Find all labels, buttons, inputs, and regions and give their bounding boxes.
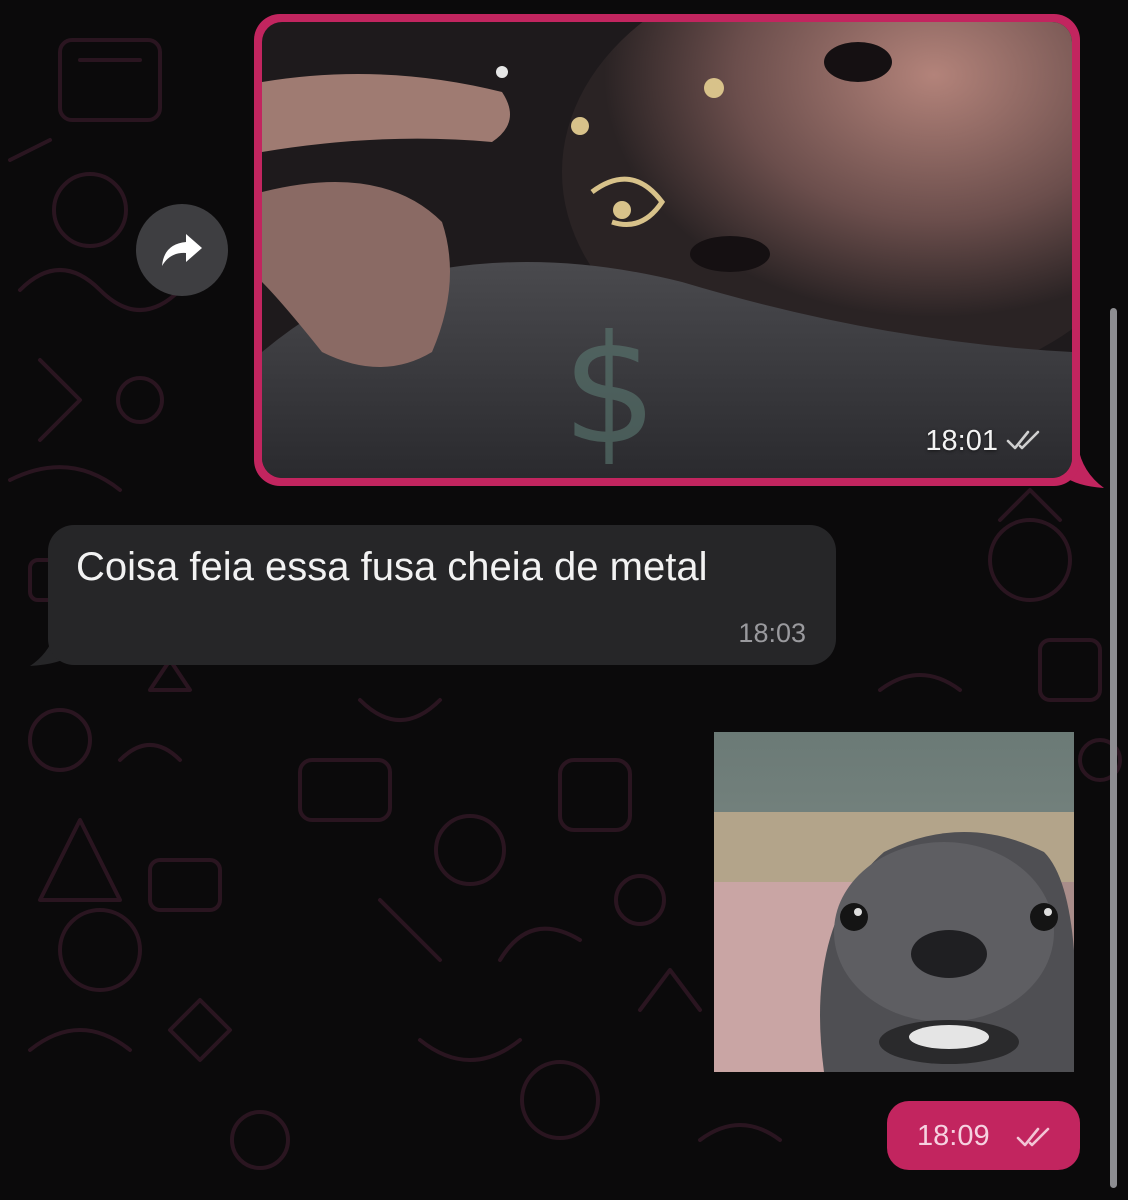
outgoing-message-status[interactable]: 18:09 [887, 1101, 1080, 1170]
chat-screen: $ 18:01 Coisa feia essa fusa cheia de me… [0, 0, 1128, 1200]
message-text: Coisa feia essa fusa cheia de metal [76, 545, 708, 589]
forward-button[interactable] [136, 204, 228, 296]
message-time: 18:01 [925, 425, 998, 457]
forward-arrow-icon [162, 234, 202, 266]
double-check-icon [1016, 1127, 1050, 1147]
message-time: 18:03 [738, 618, 806, 648]
svg-text:$: $ [562, 304, 657, 478]
message-time: 18:09 [917, 1120, 990, 1152]
photo-attachment[interactable]: $ 18:01 [262, 22, 1072, 478]
incoming-text-message[interactable]: Coisa feia essa fusa cheia de metal 18:0… [48, 525, 836, 665]
outgoing-photo-message[interactable]: $ 18:01 [254, 14, 1080, 486]
photo-image: $ [262, 22, 1072, 478]
double-check-icon [1006, 430, 1040, 450]
scrollbar[interactable] [1110, 308, 1117, 1188]
sticker-image[interactable] [714, 732, 1074, 1072]
